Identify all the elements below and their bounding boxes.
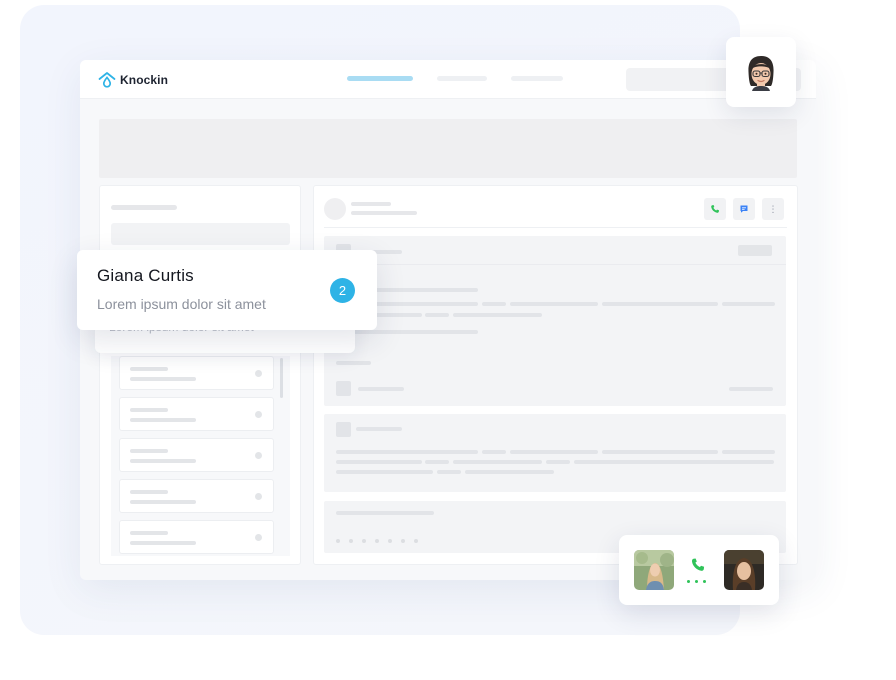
message-button[interactable] <box>733 198 755 220</box>
contact-name-placeholder <box>351 202 391 206</box>
scrollbar-thumb[interactable] <box>280 358 283 398</box>
banner-placeholder <box>99 119 797 178</box>
nav-tab[interactable] <box>437 76 487 81</box>
list-item[interactable] <box>119 356 274 390</box>
unread-badge: 2 <box>330 278 355 303</box>
memoji-avatar-icon <box>748 56 774 91</box>
avatar <box>336 422 351 437</box>
call-button[interactable] <box>704 198 726 220</box>
divider <box>324 227 787 228</box>
message-preview: Lorem ipsum dolor sit amet <box>97 296 266 312</box>
nav-tab-active[interactable] <box>347 76 413 81</box>
nav-tab[interactable] <box>511 76 563 81</box>
caller-photo <box>634 550 674 590</box>
conversation-panel: ⋮ <box>313 185 798 565</box>
phone-icon <box>711 205 719 213</box>
user-avatar-card[interactable] <box>726 37 796 107</box>
house-drop-icon <box>98 72 116 88</box>
vertical-dots-icon: ⋮ <box>768 203 778 214</box>
attachment-icon <box>336 381 351 396</box>
message-card <box>324 236 786 406</box>
top-navigation-bar: Knockin <box>80 60 816 99</box>
notification-card[interactable]: Giana Curtis Lorem ipsum dolor sit amet … <box>77 250 377 330</box>
person-photo-icon <box>634 550 674 590</box>
list-item[interactable] <box>119 520 274 554</box>
call-connecting-indicator <box>687 580 706 583</box>
list-item[interactable] <box>119 397 274 431</box>
conversation-list-panel <box>99 185 301 565</box>
list-item[interactable] <box>119 479 274 513</box>
active-call-card[interactable] <box>619 535 779 605</box>
person-photo-icon <box>724 550 764 590</box>
callee-photo <box>724 550 764 590</box>
message-card <box>324 414 786 492</box>
contact-status-placeholder <box>351 211 417 215</box>
chat-bubble-icon <box>740 205 748 213</box>
logo[interactable]: Knockin <box>98 71 168 89</box>
timestamp-placeholder <box>738 245 772 256</box>
list-search-input[interactable] <box>111 223 290 245</box>
phone-icon <box>691 558 705 571</box>
contact-name: Giana Curtis <box>97 266 194 285</box>
app-name: Knockin <box>120 73 169 87</box>
list-item[interactable] <box>119 438 274 472</box>
more-button[interactable]: ⋮ <box>762 198 784 220</box>
list-title-placeholder <box>111 205 177 210</box>
avatar <box>324 198 346 220</box>
